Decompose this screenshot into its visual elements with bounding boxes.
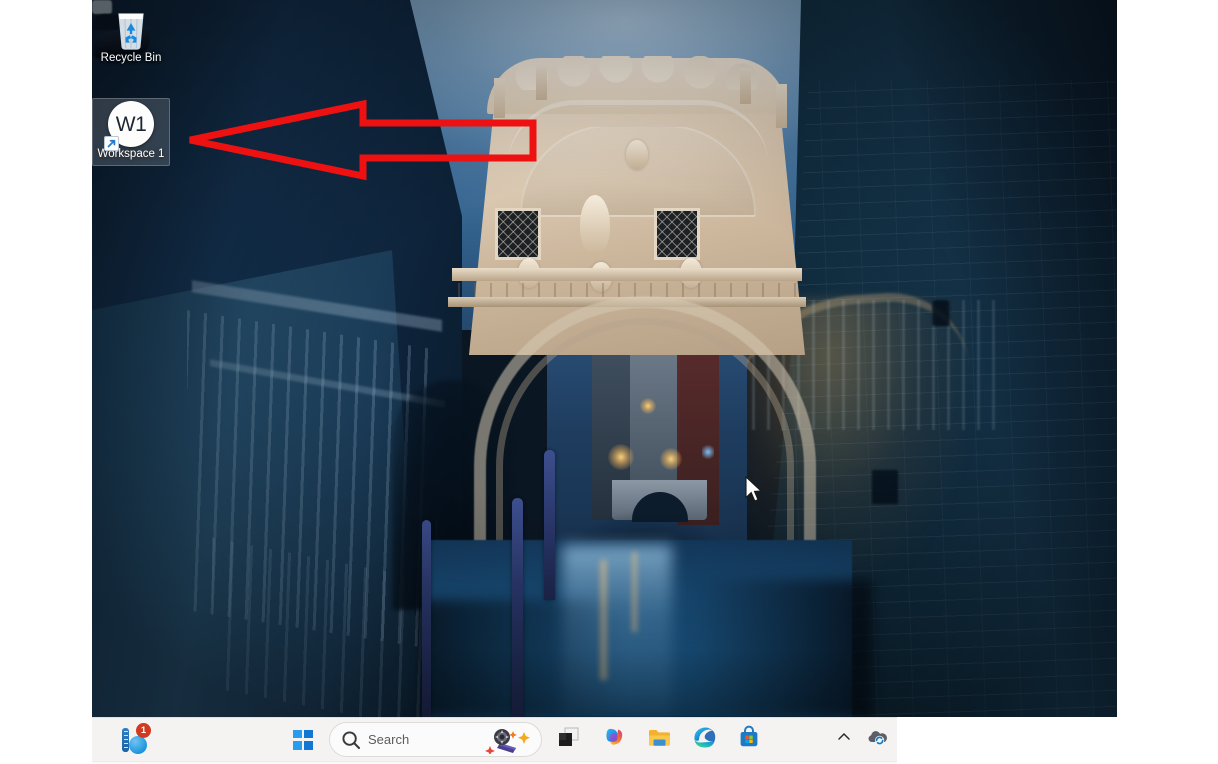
desktop-icon-recycle-bin[interactable]: Recycle Bin <box>92 4 170 65</box>
desktop-wallpaper <box>92 0 1117 717</box>
wallpaper-mooring-pole-3 <box>422 520 431 717</box>
search-placeholder-text: Search <box>368 732 410 747</box>
desktop-icon-label: Recycle Bin <box>100 52 162 64</box>
wallpaper-bridge-relief <box>626 140 648 170</box>
task-view-icon <box>557 725 581 754</box>
wallpaper-right-window-1 <box>872 470 898 504</box>
store-bag-icon <box>737 725 761 754</box>
screen-root: Recycle Bin W1 Workspace 1 1 Search <box>0 0 1218 764</box>
taskbar-microsoft-store-button[interactable] <box>731 722 767 758</box>
taskbar-onedrive-button[interactable] <box>862 722 892 758</box>
weather-widget-icon <box>122 727 129 752</box>
taskbar-widgets-button[interactable]: 1 <box>112 722 158 758</box>
workspace-shortcut-icon: W1 <box>92 100 170 151</box>
taskbar-task-view-button[interactable] <box>551 722 587 758</box>
taskbar[interactable]: 1 Search <box>92 717 897 761</box>
wallpaper-bridge-cornice <box>452 268 802 281</box>
shortcut-arrow-icon <box>104 136 119 151</box>
search-icon <box>340 729 362 751</box>
wallpaper-bridge-finial-4 <box>776 84 787 128</box>
edge-icon <box>692 725 717 755</box>
desktop-icon-workspace-1[interactable]: W1 Workspace 1 <box>92 98 170 166</box>
weather-widget-drop-icon <box>129 735 147 754</box>
wallpaper-bridge-crown-scrolls <box>512 56 764 90</box>
desktop[interactable]: Recycle Bin W1 Workspace 1 <box>92 0 1117 717</box>
wallpaper-bridge-window-right <box>654 208 700 260</box>
wallpaper-bridge-finial-3 <box>740 68 751 104</box>
taskbar-copilot-button[interactable] <box>596 722 632 758</box>
wallpaper-bridge-crest <box>580 195 610 255</box>
onedrive-sync-icon <box>866 728 888 751</box>
wallpaper-right-window-2 <box>932 300 950 326</box>
taskbar-edge-button[interactable] <box>686 722 722 758</box>
workspace-badge: W1 <box>104 101 154 151</box>
wallpaper-mooring-pole-2 <box>544 450 555 600</box>
folder-icon <box>647 725 672 755</box>
recycle-bin-icon <box>92 4 170 52</box>
wallpaper-bridge-window-left <box>495 208 541 260</box>
taskbar-file-explorer-button[interactable] <box>641 722 677 758</box>
wallpaper-water-streak-2 <box>632 552 637 632</box>
wallpaper-bridge-frieze <box>458 283 798 298</box>
workspace-badge-text: W1 <box>115 112 147 136</box>
chevron-up-icon <box>836 729 852 750</box>
taskbar-search-box[interactable]: Search <box>329 722 542 757</box>
widgets-notification-badge: 1 <box>136 722 151 738</box>
wallpaper-bridge-finial-2 <box>536 66 547 100</box>
windows-logo-icon <box>293 729 313 750</box>
wallpaper-bridge-finial-1 <box>494 78 505 118</box>
copilot-icon <box>602 725 626 754</box>
taskbar-show-hidden-icons-button[interactable] <box>829 722 859 758</box>
taskbar-start-button[interactable] <box>285 722 321 758</box>
wallpaper-water-shadow-right <box>692 580 872 717</box>
bing-sparkle-icon[interactable] <box>482 727 534 755</box>
wallpaper-mooring-pole-1 <box>512 498 523 717</box>
